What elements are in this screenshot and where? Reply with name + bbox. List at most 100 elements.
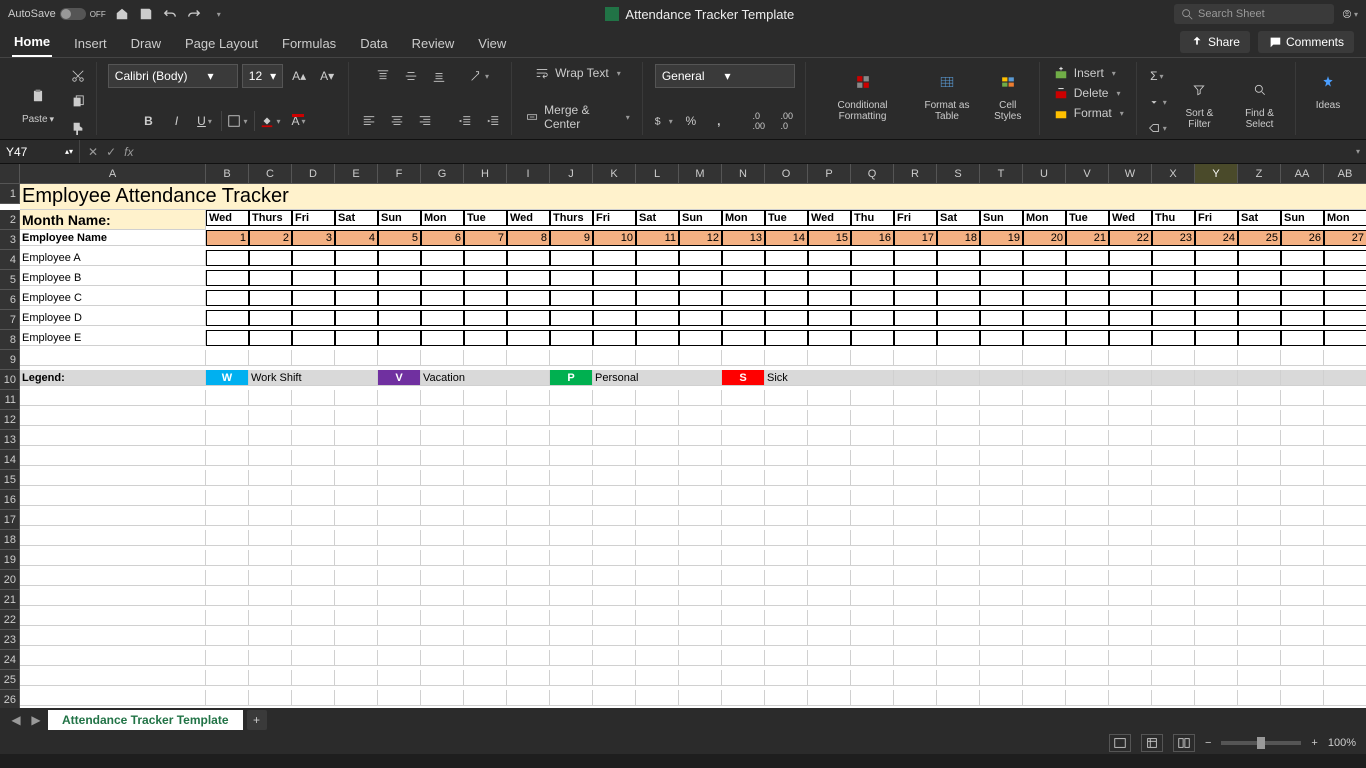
empty-cell[interactable]	[1238, 410, 1281, 426]
empty-cell[interactable]	[980, 390, 1023, 406]
empty-cell[interactable]	[851, 490, 894, 506]
day-header-cell[interactable]: Sun	[980, 210, 1023, 226]
empty-cell[interactable]	[1324, 410, 1366, 426]
align-right-icon[interactable]	[413, 109, 437, 133]
col-header[interactable]: A	[20, 164, 206, 184]
empty-cell[interactable]	[937, 590, 980, 606]
empty-cell[interactable]	[593, 450, 636, 466]
attendance-cell[interactable]	[1023, 330, 1066, 346]
empty-cell[interactable]	[464, 550, 507, 566]
empty-cell[interactable]	[1238, 670, 1281, 686]
empty-cell[interactable]	[550, 610, 593, 626]
number-format-select[interactable]: General▾	[655, 64, 795, 88]
empty-cell[interactable]	[249, 650, 292, 666]
day-number-cell[interactable]: 13	[722, 230, 765, 246]
attendance-cell[interactable]	[1066, 310, 1109, 326]
empty-cell[interactable]	[937, 430, 980, 446]
empty-cell[interactable]	[980, 630, 1023, 646]
col-header[interactable]: U	[1023, 164, 1066, 184]
empty-cell[interactable]	[593, 530, 636, 546]
empty-cell[interactable]	[808, 550, 851, 566]
day-number-cell[interactable]: 15	[808, 230, 851, 246]
attendance-cell[interactable]	[679, 250, 722, 266]
empty-cell[interactable]	[1238, 550, 1281, 566]
empty-cell[interactable]	[722, 430, 765, 446]
empty-cell[interactable]	[206, 450, 249, 466]
empty-cell[interactable]	[1152, 690, 1195, 706]
legend-text-cell[interactable]: Personal	[593, 370, 722, 386]
day-number-cell[interactable]: 3	[292, 230, 335, 246]
attendance-cell[interactable]	[722, 330, 765, 346]
empty-cell[interactable]	[937, 390, 980, 406]
empty-cell[interactable]	[1109, 610, 1152, 626]
empty-cell[interactable]	[1109, 390, 1152, 406]
page-break-view-icon[interactable]	[1173, 734, 1195, 752]
day-number-cell[interactable]: 27	[1324, 230, 1366, 246]
attendance-cell[interactable]	[894, 330, 937, 346]
attendance-cell[interactable]	[421, 270, 464, 286]
zoom-out-button[interactable]: −	[1205, 737, 1211, 749]
day-number-cell[interactable]: 26	[1281, 230, 1324, 246]
empty-cell[interactable]	[292, 410, 335, 426]
attendance-cell[interactable]	[1238, 310, 1281, 326]
empty-cell[interactable]	[1109, 450, 1152, 466]
col-header[interactable]: W	[1109, 164, 1152, 184]
empty-cell[interactable]	[378, 490, 421, 506]
attendance-cell[interactable]	[421, 290, 464, 306]
empty-cell[interactable]	[722, 450, 765, 466]
empty-cell[interactable]	[1109, 650, 1152, 666]
empty-cell[interactable]	[679, 410, 722, 426]
empty-cell[interactable]	[292, 390, 335, 406]
col-header[interactable]: H	[464, 164, 507, 184]
empty-cell[interactable]	[808, 410, 851, 426]
empty-cell[interactable]	[507, 530, 550, 546]
copy-icon[interactable]	[66, 90, 90, 114]
row-header[interactable]: 17	[0, 510, 20, 530]
empty-cell[interactable]	[249, 530, 292, 546]
col-header[interactable]: M	[679, 164, 722, 184]
day-header-cell[interactable]: Mon	[722, 210, 765, 226]
day-number-cell[interactable]: 19	[980, 230, 1023, 246]
page-layout-view-icon[interactable]	[1141, 734, 1163, 752]
empty-cell[interactable]	[292, 610, 335, 626]
attendance-cell[interactable]	[980, 270, 1023, 286]
empty-cell[interactable]	[292, 450, 335, 466]
empty-cell[interactable]	[937, 630, 980, 646]
empty-cell[interactable]	[249, 630, 292, 646]
empty-cell[interactable]	[507, 610, 550, 626]
comma-icon[interactable]: ,	[707, 109, 731, 133]
cut-icon[interactable]	[66, 64, 90, 88]
attendance-cell[interactable]	[292, 310, 335, 326]
empty-cell[interactable]	[206, 510, 249, 526]
col-header[interactable]: O	[765, 164, 808, 184]
attendance-cell[interactable]	[249, 250, 292, 266]
empty-cell[interactable]	[507, 690, 550, 706]
empty-cell[interactable]	[550, 590, 593, 606]
empty-cell[interactable]	[722, 550, 765, 566]
attendance-cell[interactable]	[550, 330, 593, 346]
empty-cell[interactable]	[679, 510, 722, 526]
empty-cell[interactable]	[1152, 650, 1195, 666]
empty-cell[interactable]	[1023, 650, 1066, 666]
row-header[interactable]: 2	[0, 210, 20, 230]
empty-cell[interactable]	[464, 630, 507, 646]
empty-cell[interactable]	[249, 670, 292, 686]
attendance-cell[interactable]	[292, 290, 335, 306]
empty-cell[interactable]	[636, 590, 679, 606]
attendance-cell[interactable]	[550, 290, 593, 306]
day-number-cell[interactable]: 21	[1066, 230, 1109, 246]
row-header[interactable]: 19	[0, 550, 20, 570]
empty-cell[interactable]	[1152, 510, 1195, 526]
empty-cell[interactable]	[464, 350, 507, 366]
expand-formula-icon[interactable]: ▾	[1350, 147, 1366, 156]
attendance-cell[interactable]	[464, 250, 507, 266]
empty-cell[interactable]	[1195, 610, 1238, 626]
empty-cell[interactable]	[292, 530, 335, 546]
empty-cell[interactable]	[378, 410, 421, 426]
empty-cell[interactable]	[980, 670, 1023, 686]
empty-cell[interactable]	[808, 390, 851, 406]
empty-cell[interactable]	[722, 350, 765, 366]
attendance-cell[interactable]	[1152, 250, 1195, 266]
empty-cell[interactable]	[464, 470, 507, 486]
empty-cell[interactable]	[808, 510, 851, 526]
